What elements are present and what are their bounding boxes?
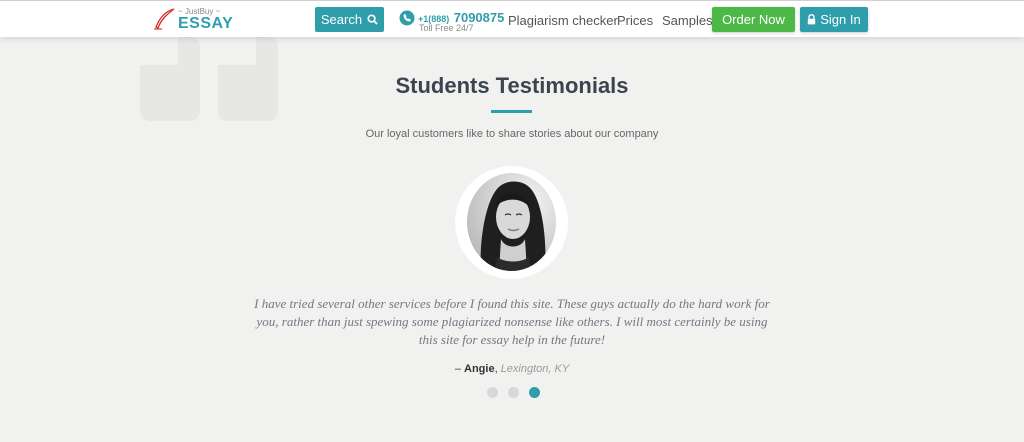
nav-plagiarism-checker[interactable]: Plagiarism checker [508, 13, 618, 28]
logo-brand: ESSAY [178, 15, 234, 32]
phone-icon [399, 10, 415, 26]
carousel-dot[interactable] [508, 387, 519, 398]
site-logo[interactable]: ~ JustBuy ~ ESSAY [152, 5, 234, 33]
top-navigation: ~ JustBuy ~ ESSAY Search +1(888) 7090875… [0, 0, 1024, 37]
customer-photo [467, 173, 556, 271]
author-dash: – [454, 363, 464, 375]
lock-icon [808, 14, 816, 25]
search-icon [367, 14, 378, 25]
nav-prices[interactable]: Prices [617, 13, 653, 28]
title-underline [491, 110, 532, 113]
avatar [467, 173, 556, 271]
section-title: Students Testimonials [395, 73, 629, 98]
phone-note: Toll Free 24/7 [419, 23, 474, 33]
sign-in-label: Sign In [820, 12, 861, 27]
order-now-label: Order Now [722, 12, 785, 27]
carousel-dot[interactable] [529, 387, 540, 398]
testimonial-author: – Angie, Lexington, KY [0, 363, 1024, 375]
nav-samples[interactable]: Samples [662, 13, 713, 28]
author-location: Lexington, KY [500, 363, 570, 375]
search-button[interactable]: Search [315, 7, 384, 32]
author-name: Angie [464, 363, 495, 375]
section-subtitle: Our loyal customers like to share storie… [365, 128, 659, 140]
quill-icon [154, 8, 175, 30]
order-now-button[interactable]: Order Now [712, 7, 795, 32]
carousel-dot[interactable] [487, 387, 498, 398]
testimonial-text: I have tried several other services befo… [254, 296, 770, 347]
sign-in-button[interactable]: Sign In [800, 7, 868, 32]
search-button-label: Search [320, 12, 363, 27]
